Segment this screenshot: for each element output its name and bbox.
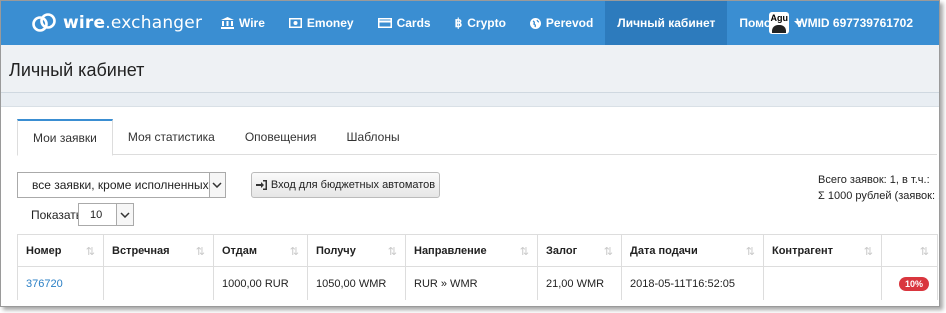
column-header-counter[interactable]: Встречная ⇅	[103, 234, 214, 267]
nav-item-wire[interactable]: Wire	[209, 1, 277, 45]
column-header-label: Направление	[414, 244, 487, 257]
sort-icon: ⇅	[519, 246, 529, 258]
avatar-text: Agu	[770, 13, 789, 23]
top-navbar: wire.exchanger Wire Emoney Cards ฿ Crypt…	[1, 1, 939, 45]
page-length-label: Показать	[31, 208, 83, 222]
window-frame: wire.exchanger Wire Emoney Cards ฿ Crypt…	[0, 0, 940, 307]
sign-in-icon	[255, 180, 267, 190]
page-header: Личный кабинет	[1, 45, 939, 93]
tab-templates[interactable]: Шаблоны	[332, 119, 415, 155]
user-menu[interactable]: Agu WMID 697739761702	[769, 1, 913, 45]
nav-item-cabinet[interactable]: Личный кабинет	[605, 1, 728, 45]
column-header-get[interactable]: Получу ⇅	[307, 234, 406, 267]
column-header-label: Контрагент	[772, 244, 834, 257]
main-menu: Wire Emoney Cards ฿ Crypto Perevod Личны…	[209, 1, 814, 45]
nav-item-label: Wire	[239, 16, 265, 30]
column-header-label: Номер	[26, 244, 62, 257]
avatar-silhouette	[772, 25, 787, 33]
nav-item-label: Crypto	[467, 16, 506, 30]
summary-sum: Σ 1000 рублей (заявок: 1	[818, 190, 940, 202]
budget-automat-login-button[interactable]: Вход для бюджетных автоматов	[251, 172, 440, 198]
user-wmid: WMID 697739761702	[796, 16, 913, 30]
bank-icon	[221, 17, 234, 29]
nav-item-cards[interactable]: Cards	[366, 1, 443, 45]
column-header-give[interactable]: Отдам ⇅	[213, 234, 308, 267]
budget-automat-login-label: Вход для бюджетных автоматов	[270, 179, 436, 191]
nav-item-label: Emoney	[306, 16, 354, 30]
sort-icon: ⇅	[919, 246, 929, 258]
summary-total: Всего заявок: 1, в т.ч.:	[818, 174, 930, 186]
credit-card-icon	[377, 18, 392, 28]
percent-badge: 10%	[898, 276, 929, 291]
page-title: Личный кабинет	[9, 60, 145, 80]
column-header-deposit[interactable]: Залог ⇅	[537, 234, 622, 267]
order-link[interactable]: 376720	[26, 278, 63, 290]
sort-icon: ⇅	[745, 246, 755, 258]
bottom-edge	[1, 300, 939, 306]
header-divider	[1, 93, 939, 107]
nav-item-label: Личный кабинет	[617, 16, 716, 30]
nav-item-perevod[interactable]: Perevod	[518, 1, 605, 45]
column-header-date[interactable]: Дата подачи ⇅	[621, 234, 764, 267]
brand-logo-link[interactable]: wire.exchanger	[31, 11, 209, 35]
nav-item-emoney[interactable]: Emoney	[277, 1, 366, 45]
column-header-number[interactable]: Номер ⇅	[17, 234, 104, 267]
orders-summary: Всего заявок: 1, в т.ч.: Σ 1000 рублей (…	[818, 172, 940, 204]
chain-logo-icon	[32, 13, 56, 32]
cell-give: 1000,00 RUR	[213, 266, 308, 301]
tab-my-statistics[interactable]: Моя статистика	[113, 119, 230, 155]
sort-icon: ⇅	[289, 246, 299, 258]
page-length-select[interactable]: 10	[78, 203, 134, 226]
tab-my-orders[interactable]: Мои заявки	[17, 119, 113, 156]
chevron-down-icon	[208, 173, 225, 197]
cell-counter	[103, 266, 214, 301]
sort-icon: ⇅	[863, 246, 873, 258]
column-header-label: Дата подачи	[630, 244, 698, 257]
cell-badge: 10%	[881, 266, 938, 301]
nav-item-label: Perevod	[545, 16, 594, 30]
table-header-row: Номер ⇅ Встречная ⇅ Отдам ⇅ Получу ⇅ Направл…	[17, 234, 938, 267]
column-header-direction[interactable]: Направление ⇅	[405, 234, 538, 267]
bitcoin-icon: ฿	[454, 16, 463, 30]
sort-icon: ⇅	[195, 246, 205, 258]
cell-get: 1050,00 WMR	[307, 266, 406, 301]
cell-deposit: 21,00 WMR	[537, 266, 622, 301]
sort-icon: ⇅	[387, 246, 397, 258]
order-filter-select[interactable]: все заявки, кроме исполненных	[17, 172, 226, 198]
column-header-partner[interactable]: Контрагент ⇅	[763, 234, 882, 267]
column-header-label: Получу	[316, 244, 356, 257]
column-header-label: Залог	[546, 244, 578, 257]
sort-icon: ⇅	[603, 246, 613, 258]
sort-icon: ⇅	[85, 246, 95, 258]
column-header-label: Встречная	[112, 244, 170, 257]
globe-icon	[529, 17, 541, 29]
avatar: Agu	[769, 12, 790, 34]
cell-number: 376720	[17, 266, 104, 301]
chevron-down-icon	[116, 204, 133, 225]
tab-notifications[interactable]: Оповещения	[230, 119, 332, 155]
nav-item-crypto[interactable]: ฿ Crypto	[443, 1, 518, 45]
cell-direction: RUR » WMR	[405, 266, 538, 301]
page-length-value: 10	[90, 208, 103, 221]
cell-partner	[763, 266, 882, 301]
money-icon	[288, 18, 302, 28]
nav-item-label: Cards	[396, 16, 431, 30]
brand-name: wire.exchanger	[63, 13, 203, 33]
cabinet-tabs: Мои заявки Моя статистика Оповещения Шаб…	[17, 119, 937, 156]
column-header-label: Отдам	[222, 244, 258, 257]
orders-table: Номер ⇅ Встречная ⇅ Отдам ⇅ Получу ⇅ Направл…	[17, 234, 938, 301]
cell-date: 2018-05-11T16:52:05	[621, 266, 764, 301]
order-filter-value: все заявки, кроме исполненных	[32, 178, 209, 192]
table-row: 376720 1000,00 RUR 1050,00 WMR RUR » WMR…	[17, 266, 938, 301]
column-header-extra[interactable]: ⇅	[881, 234, 938, 267]
